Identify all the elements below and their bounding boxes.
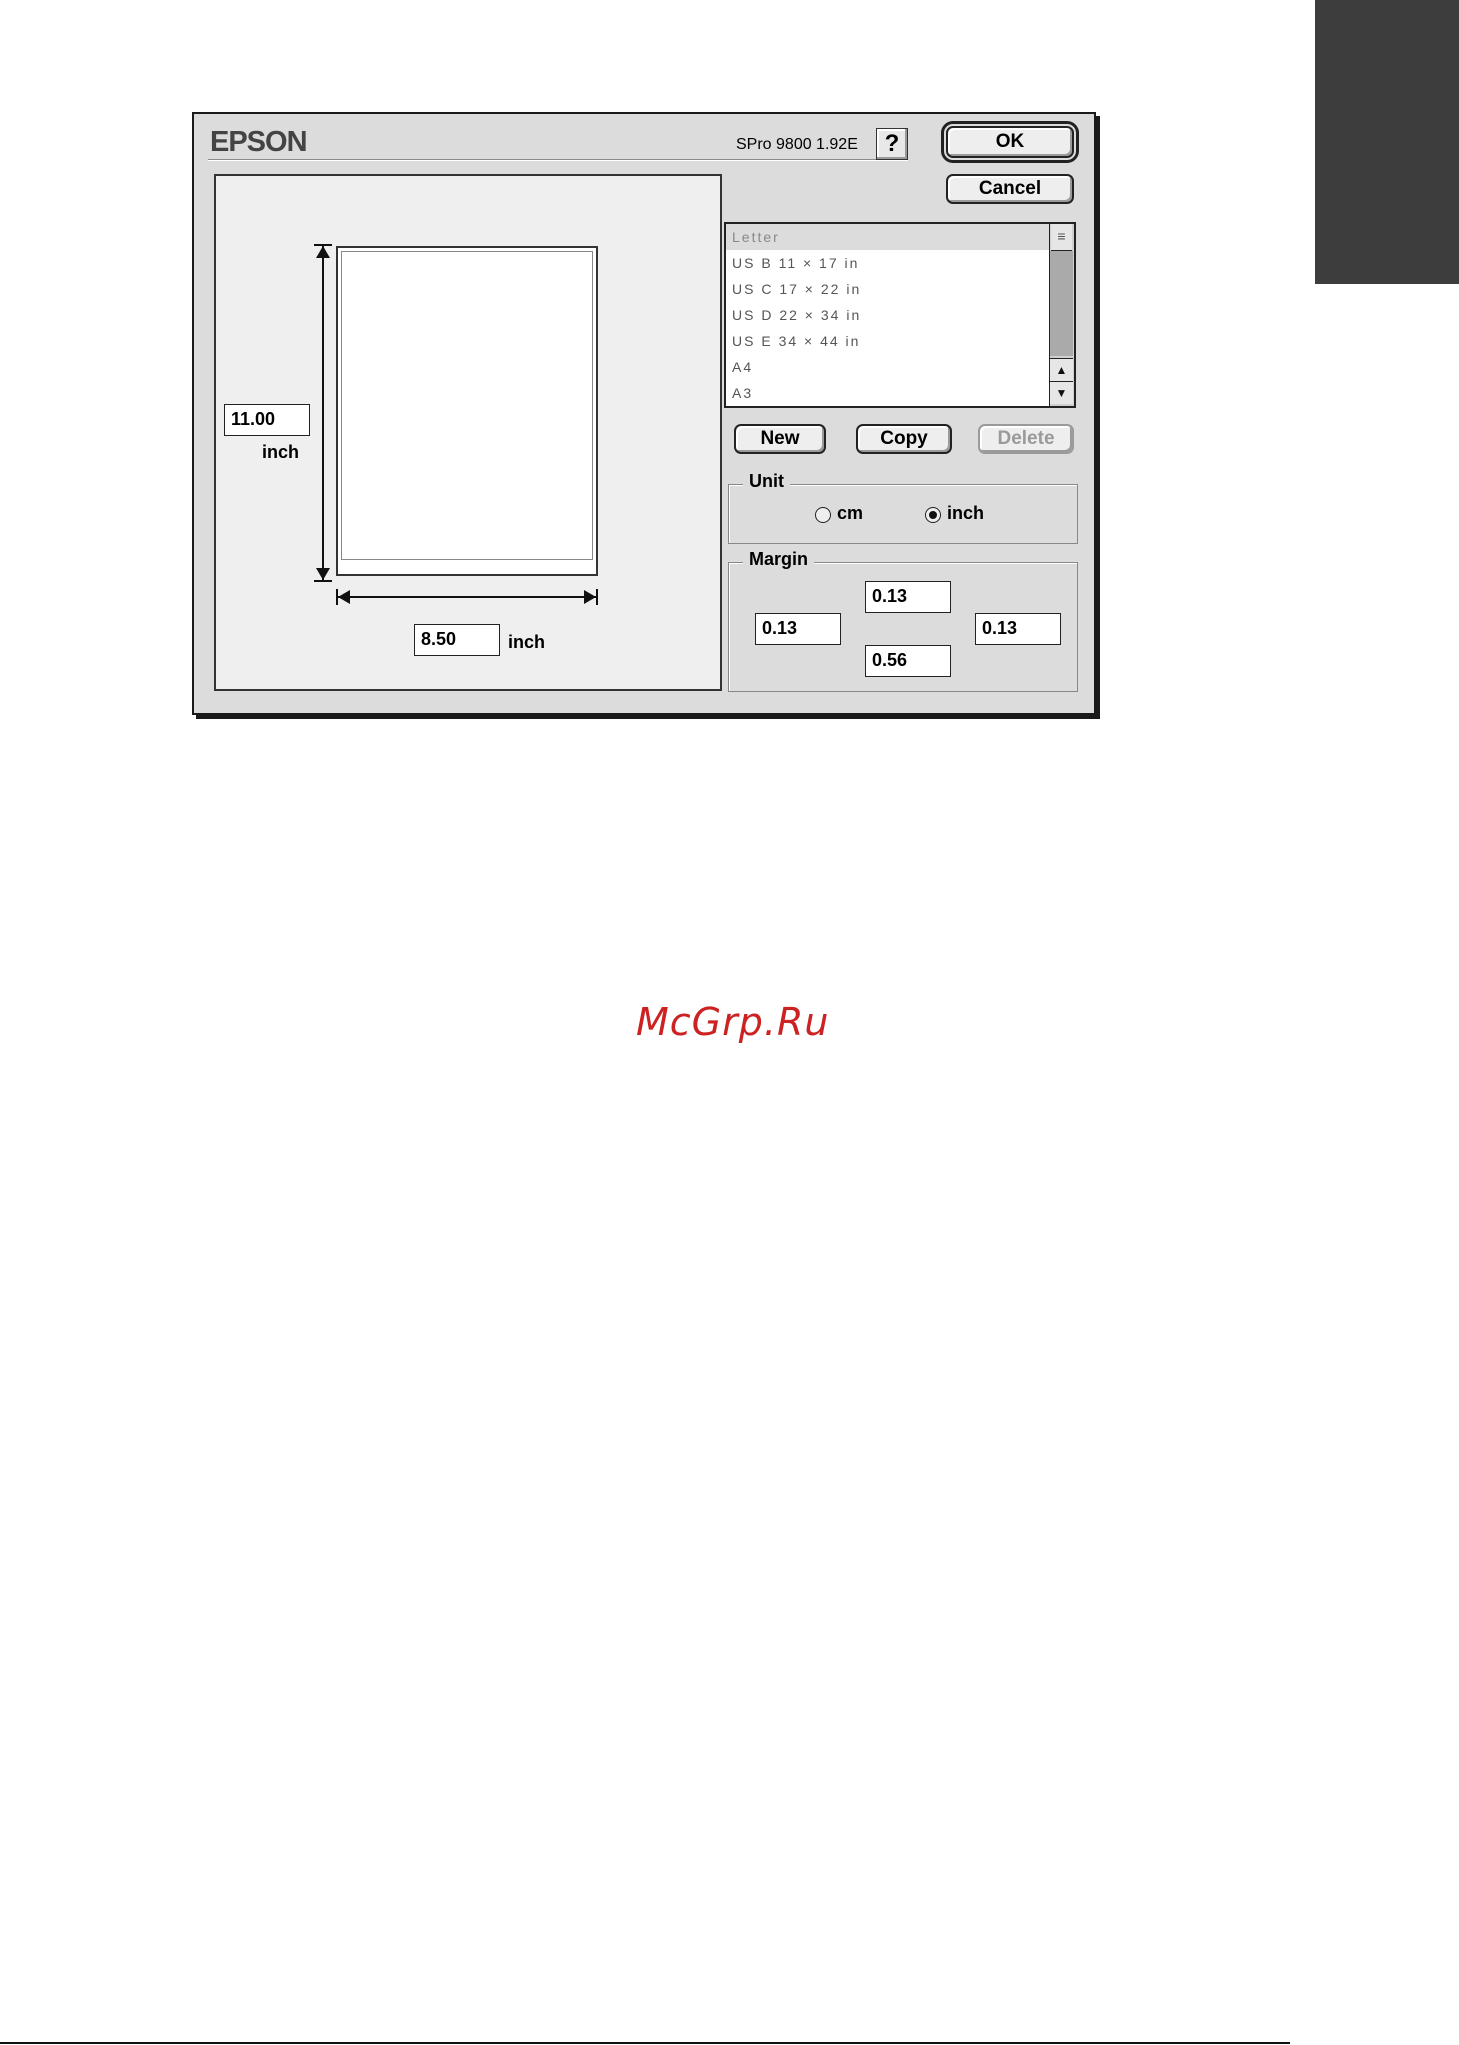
paper-sheet	[336, 246, 598, 576]
list-scrollbar[interactable]: ≡ ▲ ▼	[1049, 224, 1074, 406]
help-button[interactable]: ?	[876, 128, 908, 160]
margin-top-field[interactable]: 0.13	[865, 581, 951, 613]
new-button[interactable]: New	[734, 424, 826, 454]
scroll-down-icon[interactable]: ▼	[1050, 381, 1073, 404]
arrow-down-icon	[316, 568, 330, 580]
copy-button[interactable]: Copy	[856, 424, 952, 454]
list-item[interactable]: US C 17 × 22 in	[732, 276, 1048, 302]
margin-group: Margin 0.13 0.13 0.13 0.56	[728, 549, 1078, 692]
height-dimension-line	[322, 244, 324, 582]
paper-preview: 11.00 inch 8.50 inch	[214, 174, 722, 691]
scroll-up-icon[interactable]: ▲	[1050, 358, 1073, 381]
unit-group-title: Unit	[743, 471, 790, 492]
unit-inch-label[interactable]: inch	[947, 503, 984, 524]
list-item[interactable]: US E 34 × 44 in	[732, 328, 1048, 354]
scroll-track[interactable]	[1050, 251, 1073, 356]
delete-button[interactable]: Delete	[978, 424, 1074, 454]
width-dimension-line	[336, 596, 598, 598]
margin-right-field[interactable]: 0.13	[975, 613, 1061, 645]
list-item[interactable]: A4	[732, 354, 1048, 380]
page-bottom-rule	[0, 2042, 1290, 2044]
list-item[interactable]: US B 11 × 17 in	[732, 250, 1048, 276]
paper-size-dialog: EPSON SPro 9800 1.92E ? OK Cancel 11.00 …	[192, 112, 1096, 715]
unit-cm-radio[interactable]	[815, 507, 831, 523]
epson-logo: EPSON	[210, 126, 308, 158]
margin-left-field[interactable]: 0.13	[755, 613, 841, 645]
arrow-up-icon	[316, 246, 330, 258]
title-divider	[208, 159, 908, 161]
height-cap-bottom	[314, 580, 332, 582]
list-item[interactable]: A3	[732, 380, 1048, 406]
width-cap-right	[596, 589, 598, 605]
paper-size-list[interactable]: Letter US B 11 × 17 in US C 17 × 22 in U…	[724, 222, 1076, 408]
scroll-thumb[interactable]: ≡	[1051, 224, 1072, 251]
unit-cm-label[interactable]: cm	[837, 503, 863, 524]
ok-button[interactable]: OK	[941, 121, 1079, 163]
cancel-button[interactable]: Cancel	[946, 174, 1074, 204]
arrow-right-icon	[584, 590, 596, 604]
arrow-left-icon	[338, 590, 350, 604]
list-item[interactable]: US D 22 × 34 in	[732, 302, 1048, 328]
driver-version: SPro 9800 1.92E	[736, 136, 858, 153]
list-item[interactable]: Letter	[726, 224, 1054, 250]
paper-width-field[interactable]: 8.50	[414, 624, 500, 656]
margin-group-title: Margin	[743, 549, 815, 570]
chapter-tab	[1315, 0, 1459, 284]
height-unit-label: inch	[262, 442, 300, 462]
width-unit-label: inch	[508, 632, 546, 652]
paper-height-field[interactable]: 11.00	[224, 404, 310, 436]
printable-area	[341, 251, 593, 560]
margin-bottom-field[interactable]: 0.56	[865, 645, 951, 677]
unit-group: Unit cm inch	[728, 471, 1078, 544]
unit-inch-radio[interactable]	[925, 507, 941, 523]
watermark: McGrp.Ru	[636, 1000, 830, 1044]
